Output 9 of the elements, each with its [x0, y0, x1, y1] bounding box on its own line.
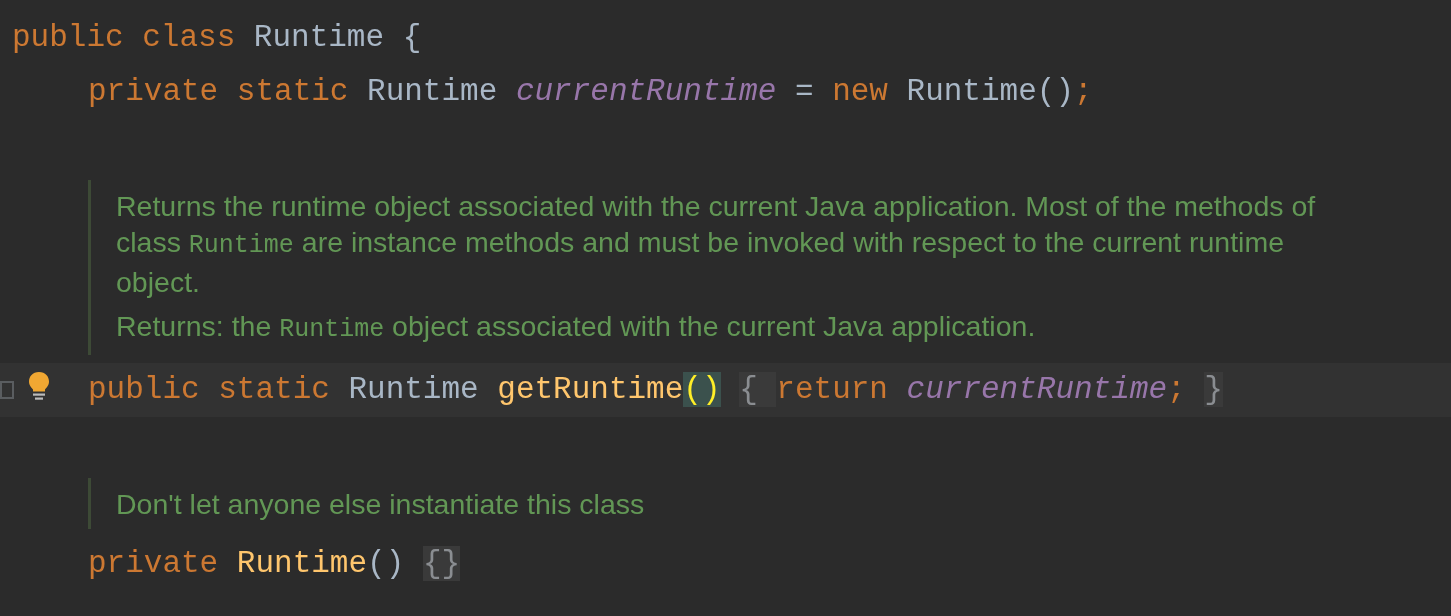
- code-line: private static Runtime currentRuntime = new Runtime();: [88, 73, 1093, 111]
- lightbulb-icon[interactable]: [28, 371, 50, 401]
- doc-comment-text: Returns: the Runtime object associated with the current Java application.: [116, 309, 1037, 346]
- doc-comment-text: Don't let anyone else instantiate this class: [116, 487, 646, 522]
- code-line: private Runtime() {}: [88, 545, 461, 583]
- fold-marker-icon[interactable]: [0, 381, 14, 399]
- doc-comment-text: Returns the runtime object associated with the current Java application. Most of the methods of class Runtime are instance methods and must be invoked with respect to the current runtime object.: [116, 189, 1317, 300]
- code-line: public static Runtime getRuntime() { return currentRuntime; }: [88, 371, 1223, 409]
- code-line: public class Runtime {: [12, 19, 422, 57]
